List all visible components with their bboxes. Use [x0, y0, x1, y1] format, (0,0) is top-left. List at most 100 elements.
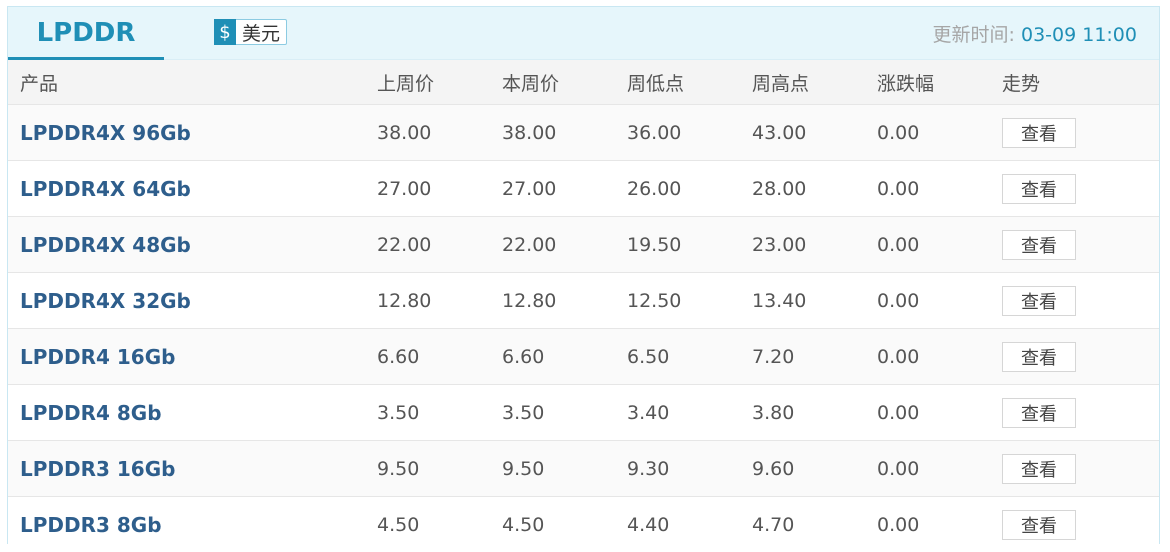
table-row: LPDDR3 8Gb4.504.504.404.700.00查看 — [8, 497, 1159, 552]
product-link[interactable]: LPDDR4X 64Gb — [20, 177, 191, 201]
view-trend-button[interactable]: 查看 — [1002, 286, 1076, 316]
update-info: 更新时间: 03-09 11:00 — [933, 20, 1137, 47]
week-high-price: 7.20 — [752, 329, 877, 385]
table-row: LPDDR4 16Gb6.606.606.507.200.00查看 — [8, 329, 1159, 385]
header-last-week: 上周价 — [377, 60, 502, 105]
last-week-price: 3.50 — [377, 385, 502, 441]
week-high-price: 13.40 — [752, 273, 877, 329]
tab-label: LPDDR — [37, 18, 136, 48]
table-header-row: 产品上周价本周价周低点周高点涨跌幅走势 — [8, 60, 1159, 105]
week-high-price: 9.60 — [752, 441, 877, 497]
change-value: 0.00 — [877, 217, 1002, 273]
update-time: 03-09 11:00 — [1021, 24, 1137, 46]
product-link[interactable]: LPDDR4X 96Gb — [20, 121, 191, 145]
price-panel: LPDDR $ 美元 更新时间: 03-09 11:00 产品上周价本周价周低点… — [7, 6, 1160, 544]
last-week-price: 4.50 — [377, 497, 502, 552]
this-week-price: 3.50 — [502, 385, 627, 441]
last-week-price: 12.80 — [377, 273, 502, 329]
currency-label: 美元 — [242, 19, 280, 46]
header-this-week: 本周价 — [502, 60, 627, 105]
change-value: 0.00 — [877, 497, 1002, 552]
this-week-price: 12.80 — [502, 273, 627, 329]
this-week-price: 6.60 — [502, 329, 627, 385]
view-trend-button[interactable]: 查看 — [1002, 454, 1076, 484]
this-week-price: 38.00 — [502, 105, 627, 161]
product-link[interactable]: LPDDR3 16Gb — [20, 457, 175, 481]
dollar-icon: $ — [214, 19, 236, 45]
last-week-price: 9.50 — [377, 441, 502, 497]
last-week-price: 6.60 — [377, 329, 502, 385]
panel-header: LPDDR $ 美元 更新时间: 03-09 11:00 — [8, 7, 1159, 60]
product-cell: LPDDR4X 48Gb — [8, 217, 377, 273]
trend-cell: 查看 — [1002, 217, 1159, 273]
this-week-price: 9.50 — [502, 441, 627, 497]
trend-cell: 查看 — [1002, 497, 1159, 552]
tab-lpddr[interactable]: LPDDR — [8, 7, 164, 59]
product-link[interactable]: LPDDR4X 32Gb — [20, 289, 191, 313]
product-cell: LPDDR4X 96Gb — [8, 105, 377, 161]
view-trend-button[interactable]: 查看 — [1002, 230, 1076, 260]
week-low-price: 4.40 — [627, 497, 752, 552]
table-row: LPDDR4X 48Gb22.0022.0019.5023.000.00查看 — [8, 217, 1159, 273]
view-trend-button[interactable]: 查看 — [1002, 398, 1076, 428]
table-row: LPDDR4X 32Gb12.8012.8012.5013.400.00查看 — [8, 273, 1159, 329]
tab-active-indicator — [8, 57, 164, 60]
change-value: 0.00 — [877, 385, 1002, 441]
header-week-low: 周低点 — [627, 60, 752, 105]
product-link[interactable]: LPDDR4 16Gb — [20, 345, 175, 369]
table-row: LPDDR3 16Gb9.509.509.309.600.00查看 — [8, 441, 1159, 497]
last-week-price: 27.00 — [377, 161, 502, 217]
trend-cell: 查看 — [1002, 273, 1159, 329]
table-row: LPDDR4X 96Gb38.0038.0036.0043.000.00查看 — [8, 105, 1159, 161]
header-trend: 走势 — [1002, 60, 1159, 105]
header-week-high: 周高点 — [752, 60, 877, 105]
this-week-price: 27.00 — [502, 161, 627, 217]
trend-cell: 查看 — [1002, 105, 1159, 161]
this-week-price: 4.50 — [502, 497, 627, 552]
product-link[interactable]: LPDDR4X 48Gb — [20, 233, 191, 257]
week-low-price: 19.50 — [627, 217, 752, 273]
week-low-price: 36.00 — [627, 105, 752, 161]
product-link[interactable]: LPDDR3 8Gb — [20, 513, 162, 537]
week-low-price: 6.50 — [627, 329, 752, 385]
price-table: 产品上周价本周价周低点周高点涨跌幅走势 LPDDR4X 96Gb 38.0038.… — [8, 60, 1159, 552]
product-cell: LPDDR4X 32Gb — [8, 273, 377, 329]
this-week-price: 22.00 — [502, 217, 627, 273]
update-prefix: 更新时间: — [933, 24, 1021, 46]
header-change: 涨跌幅 — [877, 60, 1002, 105]
change-value: 0.00 — [877, 441, 1002, 497]
product-cell: LPDDR4 16Gb — [8, 329, 377, 385]
header-product: 产品 — [8, 60, 377, 105]
week-low-price: 12.50 — [627, 273, 752, 329]
product-cell: LPDDR3 8Gb — [8, 497, 377, 552]
table-row: LPDDR4X 64Gb27.0027.0026.0028.000.00查看 — [8, 161, 1159, 217]
currency-toggle[interactable]: $ 美元 — [214, 19, 287, 45]
change-value: 0.00 — [877, 161, 1002, 217]
week-high-price: 23.00 — [752, 217, 877, 273]
week-low-price: 26.00 — [627, 161, 752, 217]
trend-cell: 查看 — [1002, 329, 1159, 385]
last-week-price: 38.00 — [377, 105, 502, 161]
change-value: 0.00 — [877, 329, 1002, 385]
week-high-price: 28.00 — [752, 161, 877, 217]
product-cell: LPDDR3 16Gb — [8, 441, 377, 497]
last-week-price: 22.00 — [377, 217, 502, 273]
week-low-price: 3.40 — [627, 385, 752, 441]
week-high-price: 3.80 — [752, 385, 877, 441]
product-cell: LPDDR4 8Gb — [8, 385, 377, 441]
trend-cell: 查看 — [1002, 441, 1159, 497]
view-trend-button[interactable]: 查看 — [1002, 342, 1076, 372]
product-cell: LPDDR4X 64Gb — [8, 161, 377, 217]
table-row: LPDDR4 8Gb3.503.503.403.800.00查看 — [8, 385, 1159, 441]
table-body: LPDDR4X 96Gb38.0038.0036.0043.000.00查看LP… — [8, 105, 1159, 552]
trend-cell: 查看 — [1002, 161, 1159, 217]
week-high-price: 4.70 — [752, 497, 877, 552]
view-trend-button[interactable]: 查看 — [1002, 174, 1076, 204]
change-value: 0.00 — [877, 105, 1002, 161]
week-low-price: 9.30 — [627, 441, 752, 497]
change-value: 0.00 — [877, 273, 1002, 329]
product-link[interactable]: LPDDR4 8Gb — [20, 401, 162, 425]
view-trend-button[interactable]: 查看 — [1002, 118, 1076, 148]
trend-cell: 查看 — [1002, 385, 1159, 441]
view-trend-button[interactable]: 查看 — [1002, 510, 1076, 540]
